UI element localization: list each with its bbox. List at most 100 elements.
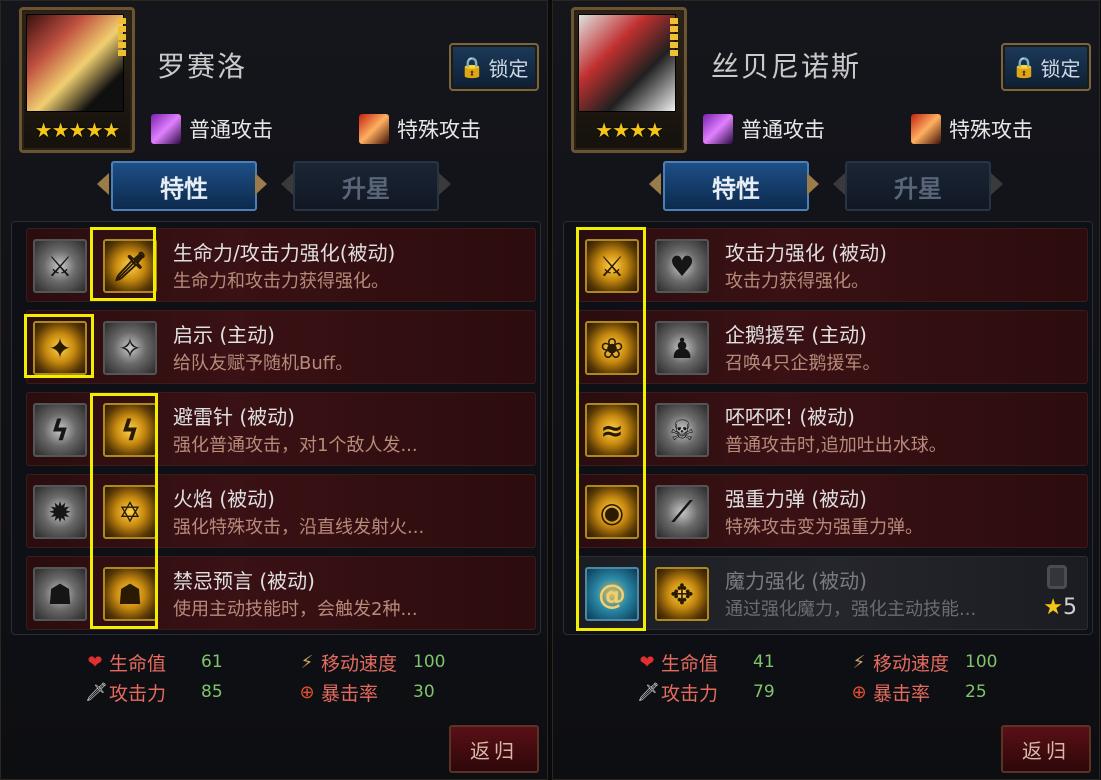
tab-left-ornament-icon xyxy=(649,173,661,195)
skill-row[interactable]: ⚔ ♥ 攻击力强化 (被动) 攻击力获得强化。 xyxy=(578,228,1088,302)
level-pips-icon xyxy=(670,18,678,56)
stat-atk-label: 攻击力 xyxy=(661,683,719,705)
hero-star-rating: ★★★★★ xyxy=(34,118,121,142)
stat-atk: 🗡 攻击力 85 xyxy=(85,679,223,706)
stat-crit: ⊕ 暴击率 25 xyxy=(849,679,986,706)
hero-name: 罗赛洛 xyxy=(157,50,248,83)
crossed-swords-icon[interactable]: ⚔ xyxy=(585,239,639,293)
hero-star-rating: ★★★★ xyxy=(595,118,664,142)
stat-hp-label: 生命值 xyxy=(109,653,167,675)
water-spit-icon[interactable]: ≈ xyxy=(585,403,639,457)
lightning-rod-icon[interactable]: ϟ xyxy=(103,403,157,457)
skill-row[interactable]: ☗ ☗ 禁忌预言 (被动) 使用主动技能时，会触发2种... xyxy=(26,556,536,630)
stat-speed-value: 100 xyxy=(413,652,446,672)
crosshair-icon: ⊕ xyxy=(299,682,315,703)
skill-row[interactable]: ✹ ✡ 火焰 (被动) 强化特殊攻击，沿直线发射火... xyxy=(26,474,536,548)
skill-desc: 生命力和攻击力获得强化。 xyxy=(173,271,389,292)
special-attack-icon xyxy=(911,114,941,144)
unlock-star-value: 5 xyxy=(1063,595,1077,620)
stat-crit-label: 暴击率 xyxy=(873,683,931,705)
special-attack-label: 特殊攻击 xyxy=(949,118,1033,142)
skill-desc: 普通攻击时,追加吐出水球。 xyxy=(725,435,947,456)
revelation-icon[interactable]: ✦ xyxy=(33,321,87,375)
skill-desc: 给队友赋予随机Buff。 xyxy=(173,353,354,374)
skill-row[interactable]: ϟ ϟ 避雷针 (被动) 强化普通攻击，对1个敌人发... xyxy=(26,392,536,466)
hero-portrait-art xyxy=(26,14,124,112)
tab-left-ornament-icon xyxy=(97,173,109,195)
skill-title: 火焰 (被动) xyxy=(173,487,275,511)
sword-icon: 🗡 xyxy=(85,682,108,703)
skill-row[interactable]: ✦ ✧ 启示 (主动) 给队友赋予随机Buff。 xyxy=(26,310,536,384)
skill-desc: 召唤4只企鹅援军。 xyxy=(725,353,881,374)
lock-icon: 🔒 xyxy=(459,55,485,79)
heart-icon: ❤ xyxy=(87,652,103,673)
padlock-icon xyxy=(1047,565,1067,589)
skill-row[interactable]: ❀ ♟ 企鹅援军 (主动) 召唤4只企鹅援军。 xyxy=(578,310,1088,384)
warrior-silhouette-icon: ♥ xyxy=(655,239,709,293)
hero-portrait[interactable]: ★★★★★ xyxy=(19,7,135,153)
skill-desc: 攻击力获得强化。 xyxy=(725,271,869,292)
stat-crit-label: 暴击率 xyxy=(321,683,379,705)
stat-speed: ⚡ 移动速度 100 xyxy=(297,649,446,676)
skill-desc: 特殊攻击变为强重力弹。 xyxy=(725,517,923,538)
skill-list: ⚔ 🗡 生命力/攻击力强化(被动) 生命力和攻击力获得强化。 ✦ ✧ 启示 (主… xyxy=(11,221,541,635)
stat-atk-value: 79 xyxy=(753,682,775,702)
tab-star-up[interactable]: 升星 xyxy=(293,161,439,211)
hero-portrait-art xyxy=(578,14,676,112)
lightning-icon: ϟ xyxy=(33,403,87,457)
skill-desc: 使用主动技能时，会触发2种... xyxy=(173,599,418,620)
return-button[interactable]: 返归 xyxy=(449,725,539,773)
tab-traits[interactable]: 特性 xyxy=(111,161,257,211)
hero-name: 丝贝尼诺斯 xyxy=(711,50,862,83)
tab-traits[interactable]: 特性 xyxy=(663,161,809,211)
skill-title: 启示 (主动) xyxy=(173,323,275,347)
forbidden-prophecy-icon[interactable]: ☗ xyxy=(103,567,157,621)
skill-row[interactable]: ≈ ☠ 呸呸呸! (被动) 普通攻击时,追加吐出水球。 xyxy=(578,392,1088,466)
stat-crit-value: 25 xyxy=(965,682,987,702)
normal-attack-icon xyxy=(151,114,181,144)
stat-speed: ⚡ 移动速度 100 xyxy=(849,649,998,676)
slash-icon: ⟋ xyxy=(655,485,709,539)
normal-attack-icon xyxy=(703,114,733,144)
skill-row[interactable]: ◉ ⟋ 强重力弹 (被动) 特殊攻击变为强重力弹。 xyxy=(578,474,1088,548)
return-button[interactable]: 返归 xyxy=(1001,725,1091,773)
heart-icon: ❤ xyxy=(639,652,655,673)
stat-speed-label: 移动速度 xyxy=(873,653,950,675)
lock-button[interactable]: 🔒 锁定 xyxy=(1001,43,1091,91)
boot-icon: ⚡ xyxy=(852,652,866,673)
boot-icon: ⚡ xyxy=(300,652,314,673)
normal-attack-info: 普通攻击 xyxy=(151,111,273,147)
stat-atk-label: 攻击力 xyxy=(109,683,167,705)
tab-left-ornament-icon xyxy=(833,173,845,195)
stat-hp: ❤ 生命值 61 xyxy=(85,649,222,676)
skill-title: 避雷针 (被动) xyxy=(173,405,295,429)
skill-row-locked[interactable]: @ ✥ 魔力强化 (被动) 通过强化魔力，强化主动技能... ★5 xyxy=(578,556,1088,630)
flame-hexagram-icon[interactable]: ✡ xyxy=(103,485,157,539)
tab-left-ornament-icon xyxy=(281,173,293,195)
special-attack-info: 特殊攻击 xyxy=(911,111,1033,147)
hero-portrait[interactable]: ★★★★ xyxy=(571,7,687,153)
sword-icon: 🗡 xyxy=(637,682,660,703)
stat-hp-label: 生命值 xyxy=(661,653,719,675)
stat-speed-label: 移动速度 xyxy=(321,653,398,675)
sparkle-icon: ✧ xyxy=(103,321,157,375)
rose-icon[interactable]: ❀ xyxy=(585,321,639,375)
demon-face-icon: ☠ xyxy=(655,403,709,457)
tab-right-ornament-icon xyxy=(439,173,451,195)
skill-title: 企鹅援军 (主动) xyxy=(725,323,867,347)
skill-row[interactable]: ⚔ 🗡 生命力/攻击力强化(被动) 生命力和攻击力获得强化。 xyxy=(26,228,536,302)
level-pips-icon xyxy=(118,18,126,56)
skill-title: 禁忌预言 (被动) xyxy=(173,569,315,593)
magic-swirl-icon[interactable]: @ xyxy=(585,567,639,621)
tab-star-up[interactable]: 升星 xyxy=(845,161,991,211)
summon-figure-icon: ♟ xyxy=(655,321,709,375)
dagger-icon[interactable]: 🗡 xyxy=(103,239,157,293)
lock-button[interactable]: 🔒 锁定 xyxy=(449,43,539,91)
star-icon: ★ xyxy=(1043,595,1063,620)
stat-hp: ❤ 生命值 41 xyxy=(637,649,774,676)
skill-title: 呸呸呸! (被动) xyxy=(725,405,855,429)
unlock-star-requirement: ★5 xyxy=(1043,595,1077,620)
skill-desc: 强化特殊攻击，沿直线发射火... xyxy=(173,517,425,538)
stats-panel: ❤ 生命值 41 🗡 攻击力 79 ⚡ 移动速度 100 ⊕ 暴击率 25 xyxy=(553,647,1101,707)
gravity-orb-icon[interactable]: ◉ xyxy=(585,485,639,539)
